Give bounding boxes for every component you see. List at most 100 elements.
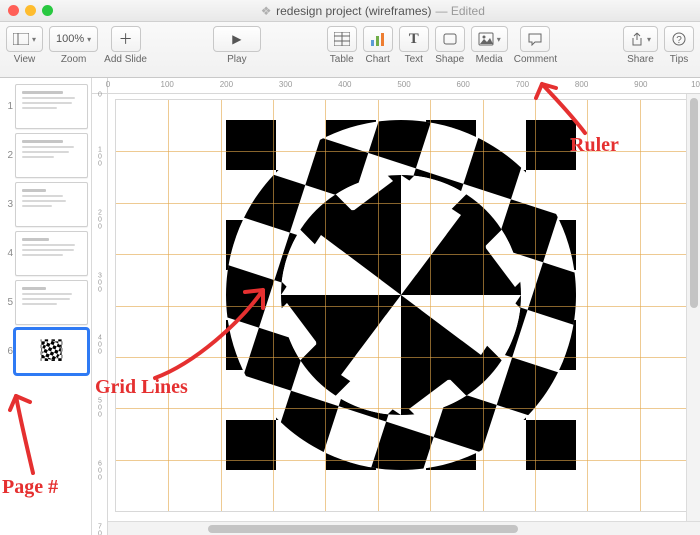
slide-thumb[interactable] — [15, 182, 88, 227]
ruler-tick: 7 0 0 — [93, 524, 107, 535]
plus-icon: ＋ — [119, 29, 133, 49]
ruler-tick: 5 0 0 — [93, 398, 107, 419]
ruler-tick: 1000 — [691, 80, 700, 89]
tips-label: Tips — [670, 54, 689, 65]
chevron-down-icon: ▾ — [647, 35, 651, 44]
zoom-select[interactable]: 100% ▾ — [49, 26, 98, 52]
grid-line — [116, 408, 692, 409]
play-button[interactable]: ▶ — [213, 26, 261, 52]
document-title: redesign project (wireframes) — [276, 4, 431, 18]
comment-icon — [527, 32, 543, 46]
add-slide-label: Add Slide — [104, 54, 147, 65]
slide-number: 6 — [3, 346, 13, 357]
ruler-tick: 1 0 0 — [93, 146, 107, 167]
shape-group: Shape — [435, 26, 465, 65]
tips-group: ? Tips — [664, 26, 694, 65]
minimize-window-button[interactable] — [25, 5, 36, 16]
comment-button[interactable] — [520, 26, 550, 52]
play-group: ▶ Play — [213, 26, 261, 65]
slide-thumb[interactable] — [15, 84, 88, 129]
slide-thumb-selected[interactable] — [15, 329, 88, 374]
main-area: 1 2 3 4 5 6 — [0, 78, 700, 535]
ruler-tick: 0 — [106, 80, 110, 89]
grid-line — [116, 357, 692, 358]
table-button[interactable] — [327, 26, 357, 52]
slide-thumb-row[interactable]: 1 — [0, 82, 91, 131]
table-label: Table — [330, 54, 354, 65]
slide-thumb-row[interactable]: 3 — [0, 180, 91, 229]
text-button[interactable]: T — [399, 26, 429, 52]
grid-line — [116, 203, 692, 204]
add-slide-button[interactable]: ＋ — [111, 26, 141, 52]
ruler-tick: 2 0 0 — [93, 209, 107, 230]
chart-icon — [370, 32, 386, 46]
chevron-down-icon: ▾ — [497, 35, 501, 44]
ruler-horizontal[interactable]: 01002003004005006007008009001000 — [108, 78, 700, 94]
zoom-window-button[interactable] — [42, 5, 53, 16]
slide-number: 4 — [3, 248, 13, 259]
text-icon: T — [409, 31, 419, 48]
slide-thumb-row[interactable]: 5 — [0, 278, 91, 327]
ruler-tick: 800 — [575, 80, 588, 89]
ruler-tick: 300 — [279, 80, 292, 89]
table-group: Table — [327, 26, 357, 65]
share-button[interactable]: ▾ — [623, 26, 658, 52]
ruler-tick: 100 — [161, 80, 174, 89]
window-controls — [8, 5, 53, 16]
slide-thumb[interactable] — [15, 280, 88, 325]
slide-canvas[interactable] — [116, 100, 692, 511]
view-label: View — [14, 54, 36, 65]
tips-icon: ? — [672, 32, 686, 46]
chart-label: Chart — [366, 54, 390, 65]
shape-button[interactable] — [435, 26, 465, 52]
share-group: ▾ Share — [623, 26, 658, 65]
toolbar: ▾ View 100% ▾ Zoom ＋ Add Slide ▶ Play Ta… — [0, 22, 700, 78]
media-group: ▾ Media — [471, 26, 508, 65]
add-slide-group: ＋ Add Slide — [104, 26, 147, 65]
text-label: Text — [405, 54, 423, 65]
tips-button[interactable]: ? — [664, 26, 694, 52]
chart-button[interactable] — [363, 26, 393, 52]
slide-thumb-row[interactable]: 4 — [0, 229, 91, 278]
slide-thumb[interactable] — [15, 133, 88, 178]
ruler-tick: 0 — [93, 90, 107, 99]
text-group: T Text — [399, 26, 429, 65]
close-window-button[interactable] — [8, 5, 19, 16]
slide-navigator[interactable]: 1 2 3 4 5 6 — [0, 78, 92, 535]
media-button[interactable]: ▾ — [471, 26, 508, 52]
chevron-down-icon: ▾ — [32, 35, 36, 44]
slide-number: 2 — [3, 150, 13, 161]
ruler-tick: 700 — [516, 80, 529, 89]
view-button[interactable]: ▾ — [6, 26, 43, 52]
ruler-tick: 4 0 0 — [93, 335, 107, 356]
slide-number: 3 — [3, 199, 13, 210]
slide-thumb[interactable] — [15, 231, 88, 276]
edited-label: — Edited — [436, 4, 485, 18]
window-title: ❖ redesign project (wireframes) — Edited — [53, 4, 692, 18]
slide-thumb-row[interactable]: 6 — [0, 327, 91, 376]
slide-number: 1 — [3, 101, 13, 112]
grid-line — [116, 254, 692, 255]
ruler-tick: 600 — [457, 80, 470, 89]
scrollbar-horizontal[interactable] — [108, 521, 700, 535]
chevron-down-icon: ▾ — [87, 35, 91, 44]
document-icon: ❖ — [260, 5, 272, 17]
shape-label: Shape — [435, 54, 464, 65]
scrollbar-thumb[interactable] — [208, 525, 518, 533]
artwork[interactable] — [226, 120, 576, 470]
slide-thumb-row[interactable]: 2 — [0, 131, 91, 180]
scrollbar-thumb[interactable] — [690, 98, 698, 308]
ruler-tick: 3 0 0 — [93, 272, 107, 293]
ruler-tick: 400 — [338, 80, 351, 89]
ruler-tick: 500 — [397, 80, 410, 89]
zoom-group: 100% ▾ Zoom — [49, 26, 98, 65]
zoom-label: Zoom — [61, 54, 87, 65]
slide-number: 5 — [3, 297, 13, 308]
ruler-tick: 200 — [220, 80, 233, 89]
media-icon — [478, 32, 494, 46]
share-label: Share — [627, 54, 654, 65]
scrollbar-vertical[interactable] — [686, 94, 700, 521]
ruler-vertical[interactable]: 01 0 02 0 03 0 04 0 05 0 06 0 07 0 0 — [92, 94, 108, 535]
zoom-value: 100% — [56, 33, 84, 45]
chart-group: Chart — [363, 26, 393, 65]
